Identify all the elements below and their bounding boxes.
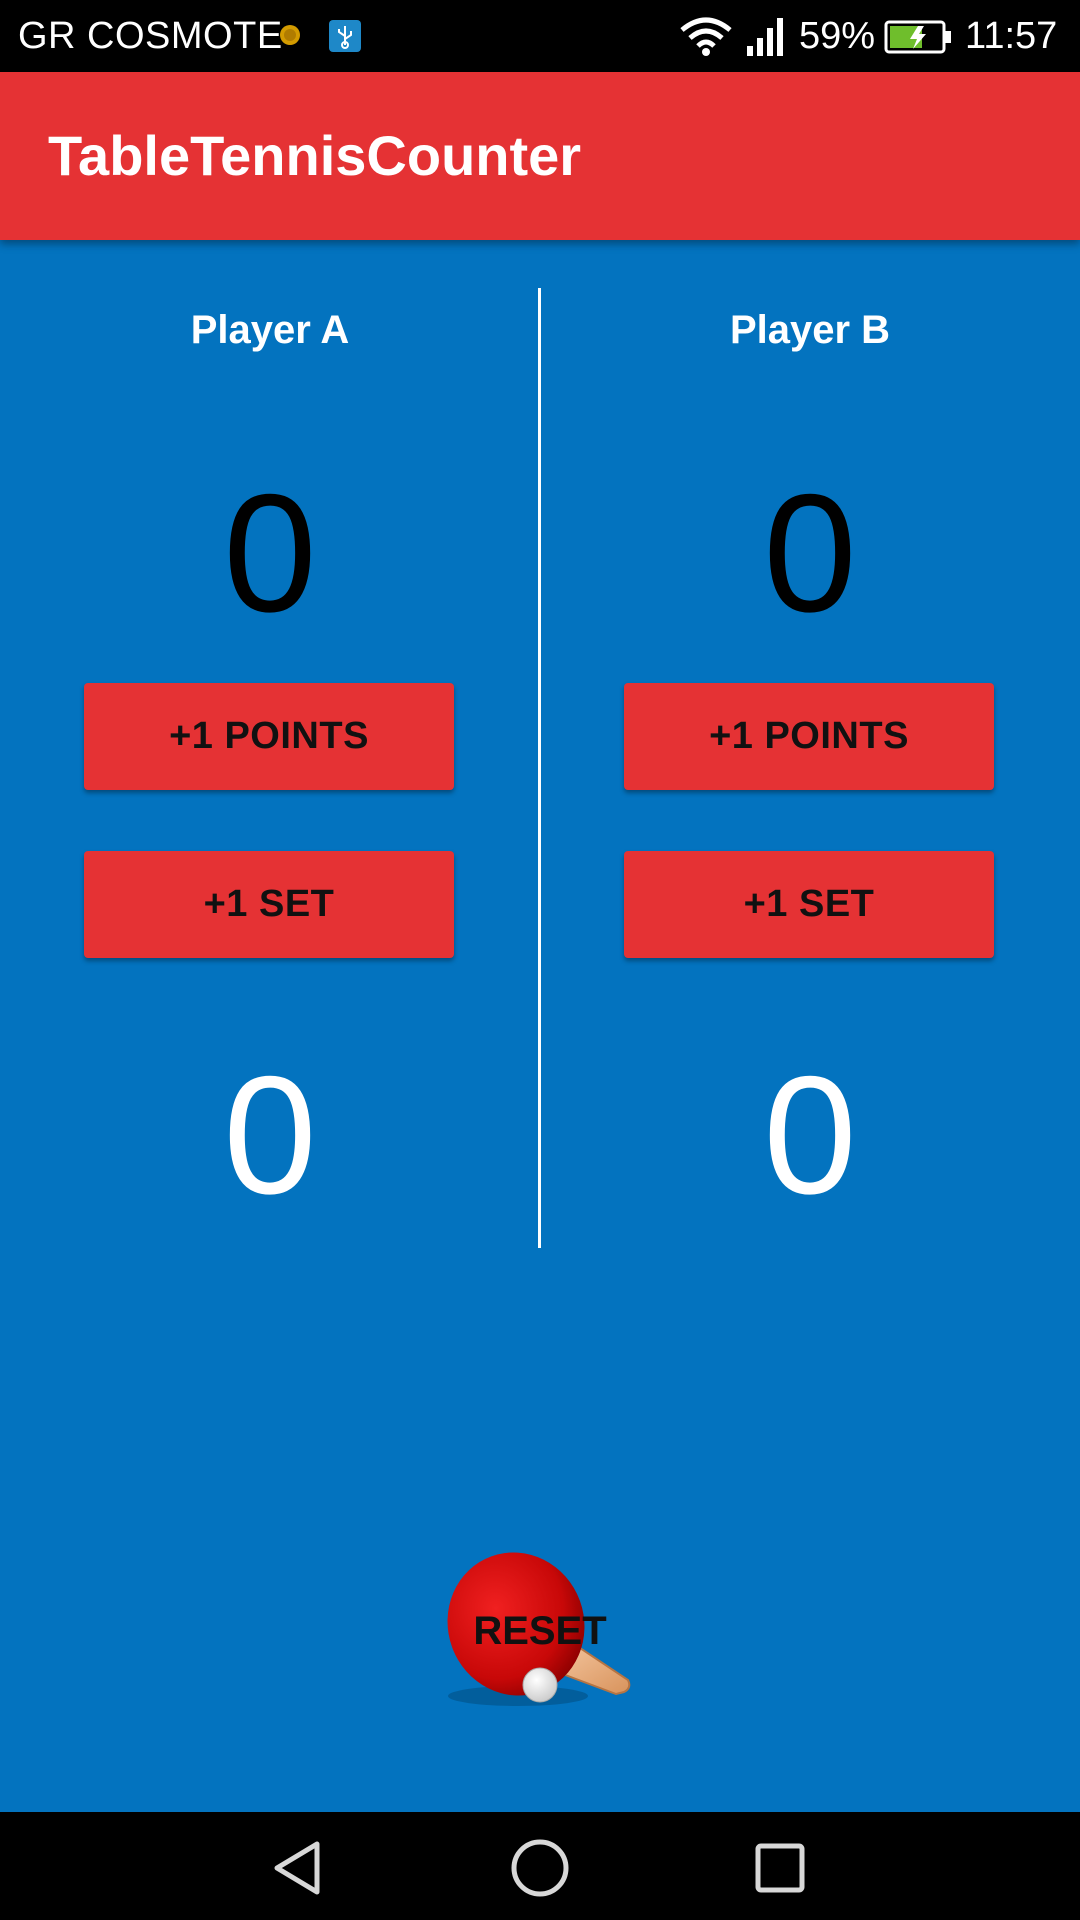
reset-label: RESET <box>473 1609 607 1653</box>
battery-charging-icon <box>884 20 951 54</box>
battery-percent: 59% <box>799 15 876 57</box>
usb-icon <box>329 20 361 52</box>
player-a-column: Player A 0 +1 POINTS +1 SET 0 <box>0 240 540 1250</box>
reset-button[interactable]: RESET <box>440 1540 640 1720</box>
home-icon[interactable] <box>508 1836 572 1900</box>
clock: 11:57 <box>965 15 1058 57</box>
recents-icon[interactable] <box>748 1836 812 1900</box>
player-b-name: Player B <box>729 308 891 352</box>
player-a-add-point-button[interactable]: +1 POINTS <box>84 683 454 790</box>
player-a-name: Player A <box>190 308 350 352</box>
player-b-points: 0 <box>763 459 857 647</box>
signal-icon <box>747 18 783 56</box>
player-a-points: 0 <box>223 459 317 647</box>
notification-dot-icon <box>280 25 300 45</box>
player-b-sets: 0 <box>763 1041 857 1229</box>
app-title: TableTennisCounter <box>48 124 582 187</box>
player-b-column: Player B 0 +1 POINTS +1 SET 0 <box>540 240 1080 1250</box>
player-b-add-point-button[interactable]: +1 POINTS <box>624 683 994 790</box>
app-bar: TableTennisCounter <box>0 72 1080 240</box>
carrier-name: GR COSMOTE <box>18 15 283 57</box>
navigation-bar <box>0 1812 1080 1920</box>
player-a-add-set-button[interactable]: +1 SET <box>84 851 454 958</box>
player-b-add-set-button[interactable]: +1 SET <box>624 851 994 958</box>
status-bar: GR COSMOTE 59% 11:57 <box>0 0 1080 72</box>
back-icon[interactable] <box>267 1836 331 1900</box>
wifi-icon <box>680 17 732 56</box>
player-a-sets: 0 <box>223 1041 317 1229</box>
